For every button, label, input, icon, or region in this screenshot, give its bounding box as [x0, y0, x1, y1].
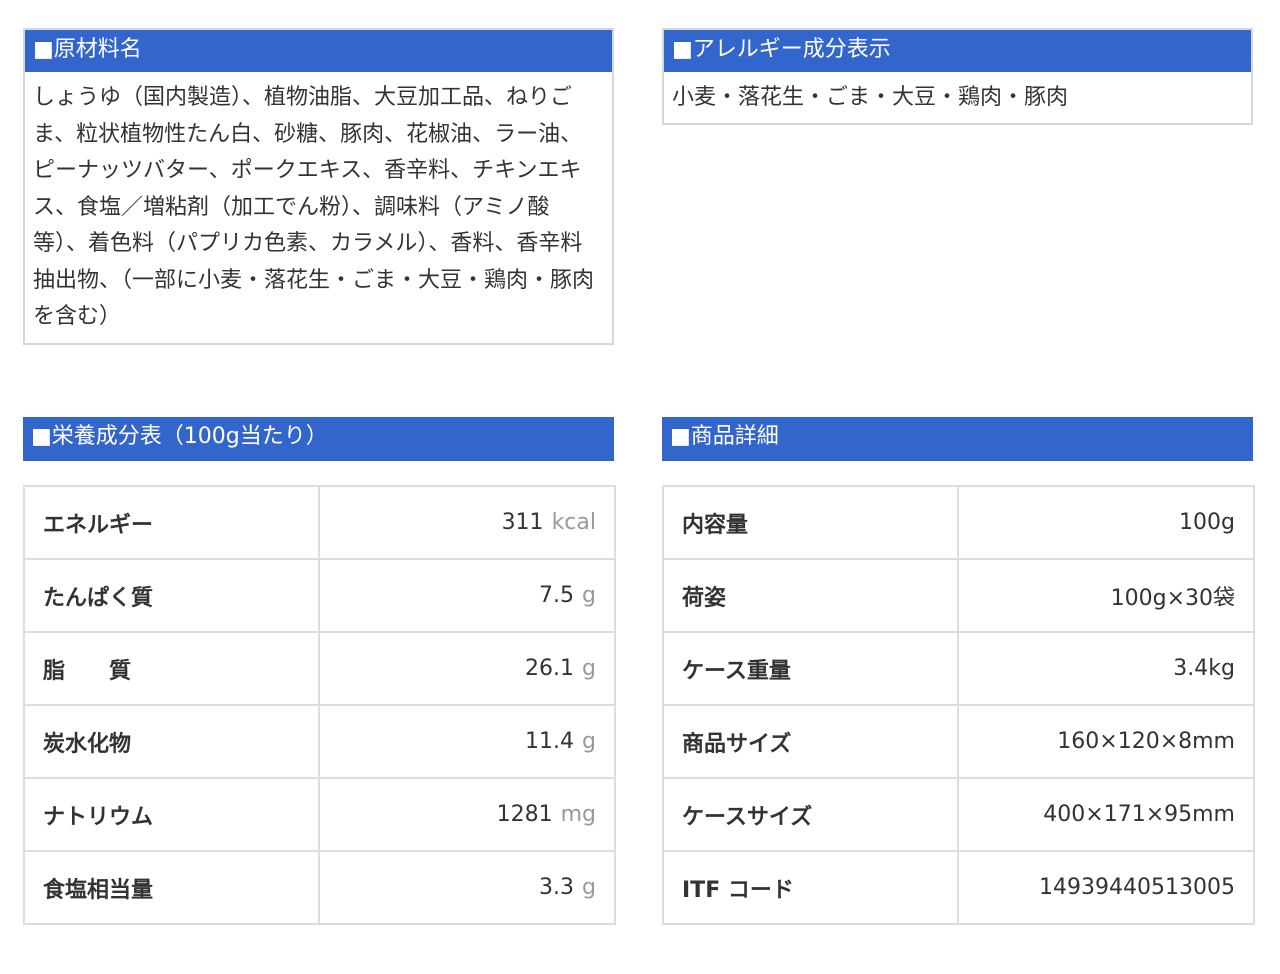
nutrition-unit: g	[582, 729, 596, 754]
table-row: 脂 質 26.1 g	[23, 631, 616, 706]
nutrition-label: ナトリウム	[23, 777, 320, 852]
table-row: エネルギー 311 kcal	[23, 485, 616, 560]
nutrition-unit: kcal	[551, 510, 596, 535]
details-label: ITF コード	[662, 850, 959, 925]
details-value: 100g×30袋	[957, 558, 1255, 633]
table-row: ケース重量 3.4kg	[662, 631, 1255, 706]
nutrition-unit: g	[582, 656, 596, 681]
nutrition-value: 1281	[496, 802, 553, 827]
nutrition-label: エネルギー	[23, 485, 320, 560]
details-value: 100g	[957, 485, 1255, 560]
nutrition-value-cell: 26.1 g	[318, 631, 616, 706]
details-label: 荷姿	[662, 558, 959, 633]
table-row: 商品サイズ 160×120×8mm	[662, 704, 1255, 779]
details-value: 160×120×8mm	[957, 704, 1255, 779]
nutrition-header: ■栄養成分表（100g当たり）	[23, 417, 614, 461]
nutrition-panel: ■栄養成分表（100g当たり）	[23, 417, 614, 461]
table-row: ナトリウム 1281 mg	[23, 777, 616, 852]
table-row: ケースサイズ 400×171×95mm	[662, 777, 1255, 852]
table-row: 食塩相当量 3.3 g	[23, 850, 616, 925]
nutrition-label: 脂 質	[23, 631, 320, 706]
details-label: ケースサイズ	[662, 777, 959, 852]
details-value: 400×171×95mm	[957, 777, 1255, 852]
table-row: 炭水化物 11.4 g	[23, 704, 616, 779]
details-label: 商品サイズ	[662, 704, 959, 779]
nutrition-value-cell: 3.3 g	[318, 850, 616, 925]
details-header: ■商品詳細	[662, 417, 1253, 461]
nutrition-table: エネルギー 311 kcal たんぱく質 7.5 g 脂 質 26.1 g 炭水化物 …	[23, 485, 616, 925]
details-value: 14939440513005	[957, 850, 1255, 925]
details-label: 内容量	[662, 485, 959, 560]
nutrition-label: 炭水化物	[23, 704, 320, 779]
ingredients-text: しょうゆ（国内製造）、植物油脂、大豆加工品、ねりごま、粒状植物性たん白、砂糖、豚…	[33, 85, 595, 329]
allergens-panel: ■アレルギー成分表示 小麦・落花生・ごま・大豆・鶏肉・豚肉	[662, 28, 1253, 125]
table-row: たんぱく質 7.5 g	[23, 558, 616, 633]
nutrition-value-cell: 11.4 g	[318, 704, 616, 779]
allergens-text: 小麦・落花生・ごま・大豆・鶏肉・豚肉	[672, 85, 1069, 110]
nutrition-value: 3.3	[539, 875, 575, 900]
details-value: 3.4kg	[957, 631, 1255, 706]
details-label: ケース重量	[662, 631, 959, 706]
table-row: 内容量 100g	[662, 485, 1255, 560]
ingredients-header: ■原材料名	[25, 30, 612, 72]
nutrition-label: たんぱく質	[23, 558, 320, 633]
nutrition-unit: mg	[560, 802, 596, 827]
table-row: 荷姿 100g×30袋	[662, 558, 1255, 633]
details-panel: ■商品詳細	[662, 417, 1253, 461]
nutrition-value: 11.4	[525, 729, 575, 754]
nutrition-label: 食塩相当量	[23, 850, 320, 925]
nutrition-value: 26.1	[525, 656, 575, 681]
nutrition-unit: g	[582, 583, 596, 608]
table-row: ITF コード 14939440513005	[662, 850, 1255, 925]
nutrition-value-cell: 1281 mg	[318, 777, 616, 852]
nutrition-value-cell: 7.5 g	[318, 558, 616, 633]
details-table: 内容量 100g 荷姿 100g×30袋 ケース重量 3.4kg 商品サイズ 1…	[662, 485, 1255, 925]
nutrition-value: 7.5	[539, 583, 575, 608]
nutrition-value-cell: 311 kcal	[318, 485, 616, 560]
ingredients-panel: ■原材料名 しょうゆ（国内製造）、植物油脂、大豆加工品、ねりごま、粒状植物性たん…	[23, 28, 614, 345]
nutrition-unit: g	[582, 875, 596, 900]
nutrition-value: 311	[501, 510, 544, 535]
allergens-header: ■アレルギー成分表示	[664, 30, 1251, 72]
